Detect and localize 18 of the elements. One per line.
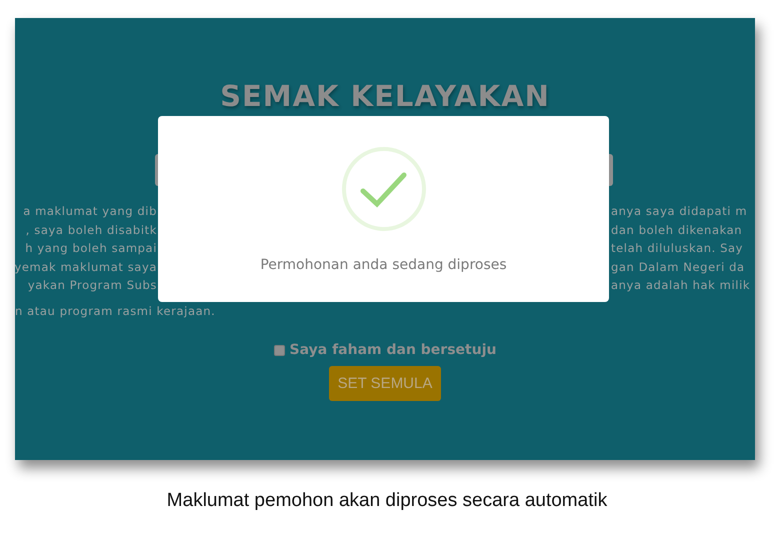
reset-button[interactable]: SET SEMULA: [329, 366, 441, 401]
paragraph-text: telah diluluskan. Say: [611, 241, 744, 256]
figure-caption: Maklumat pemohon akan diproses secara automatik: [166, 490, 608, 512]
paragraph-text: anya saya didapati m: [611, 204, 748, 218]
paragraph-text: h yang boleh sampai: [25, 241, 158, 256]
paragraph-text: anya adalah hak milik: [611, 278, 750, 292]
paragraph-text: yemak maklumat saya: [15, 260, 158, 274]
paragraph-text: n atau program rasmi kerajaan.: [15, 304, 216, 318]
page-title: SEMAK KELAYAKAN: [220, 78, 550, 114]
paragraph-text: gan Dalam Negeri da: [611, 260, 745, 274]
paragraph-text: yakan Program Subs: [28, 278, 158, 292]
success-check-icon: [340, 146, 426, 232]
checkbox[interactable]: [274, 344, 285, 356]
dialog-message: Permohonan anda sedang diproses: [260, 257, 507, 273]
paragraph-text: dan boleh dikenakan: [611, 222, 742, 237]
paragraph-text: a maklumat yang dib: [23, 204, 158, 218]
paragraph-text: , saya boleh disabitk: [26, 222, 158, 237]
checkbox-label: Saya faham dan bersetuju: [290, 342, 496, 358]
